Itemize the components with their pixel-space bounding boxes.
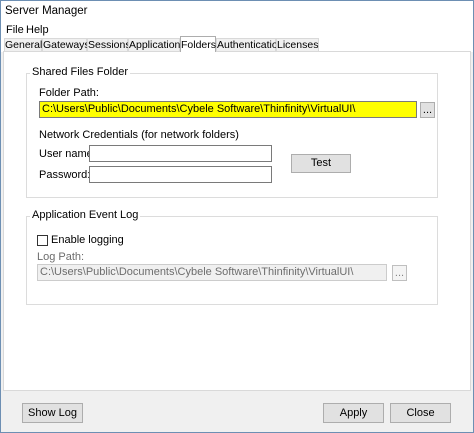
folder-path-label: Folder Path: xyxy=(39,87,99,99)
close-button[interactable]: Close xyxy=(390,403,451,423)
tab-strip: General Gateways Sessions Applications F… xyxy=(1,36,473,52)
menu-help[interactable]: Help xyxy=(26,24,49,36)
window-title: Server Manager xyxy=(5,5,88,17)
application-event-log-group xyxy=(26,216,438,305)
menu-bar: File Help xyxy=(1,22,473,38)
username-input[interactable] xyxy=(89,145,272,162)
menu-file[interactable]: File xyxy=(6,24,24,36)
enable-logging-label[interactable]: Enable logging xyxy=(51,234,124,246)
title-bar[interactable]: Server Manager xyxy=(1,1,473,22)
shared-files-folder-title: Shared Files Folder xyxy=(30,66,130,78)
log-path-label: Log Path: xyxy=(37,251,85,263)
test-button[interactable]: Test xyxy=(291,154,351,173)
tab-applications[interactable]: Applications xyxy=(128,38,186,51)
tab-folders[interactable]: Folders xyxy=(180,36,216,52)
apply-button[interactable]: Apply xyxy=(323,403,384,423)
show-log-button[interactable]: Show Log xyxy=(22,403,83,423)
folders-tab-panel: Shared Files Folder Folder Path: C:\User… xyxy=(3,51,471,391)
folder-path-input[interactable]: C:\Users\Public\Documents\Cybele Softwar… xyxy=(39,101,417,118)
application-event-log-title: Application Event Log xyxy=(30,209,141,221)
username-label: User name: xyxy=(39,148,96,160)
network-credentials-label: Network Credentials (for network folders… xyxy=(39,129,239,141)
enable-logging-checkbox[interactable] xyxy=(37,235,48,246)
log-path-input[interactable]: C:\Users\Public\Documents\Cybele Softwar… xyxy=(37,264,387,281)
tab-authentication[interactable]: Authentication xyxy=(216,38,284,51)
log-path-browse-button[interactable]: ... xyxy=(392,265,407,281)
tab-gateways[interactable]: Gateways xyxy=(42,38,90,51)
folder-path-browse-button[interactable]: ... xyxy=(420,102,435,118)
tab-licenses[interactable]: Licenses xyxy=(276,38,319,51)
tab-sessions[interactable]: Sessions xyxy=(87,38,131,51)
server-manager-window: Server Manager File Help General Gateway… xyxy=(0,0,474,433)
password-label: Password: xyxy=(39,169,91,181)
tab-general[interactable]: General xyxy=(4,38,42,51)
password-input[interactable] xyxy=(89,166,272,183)
